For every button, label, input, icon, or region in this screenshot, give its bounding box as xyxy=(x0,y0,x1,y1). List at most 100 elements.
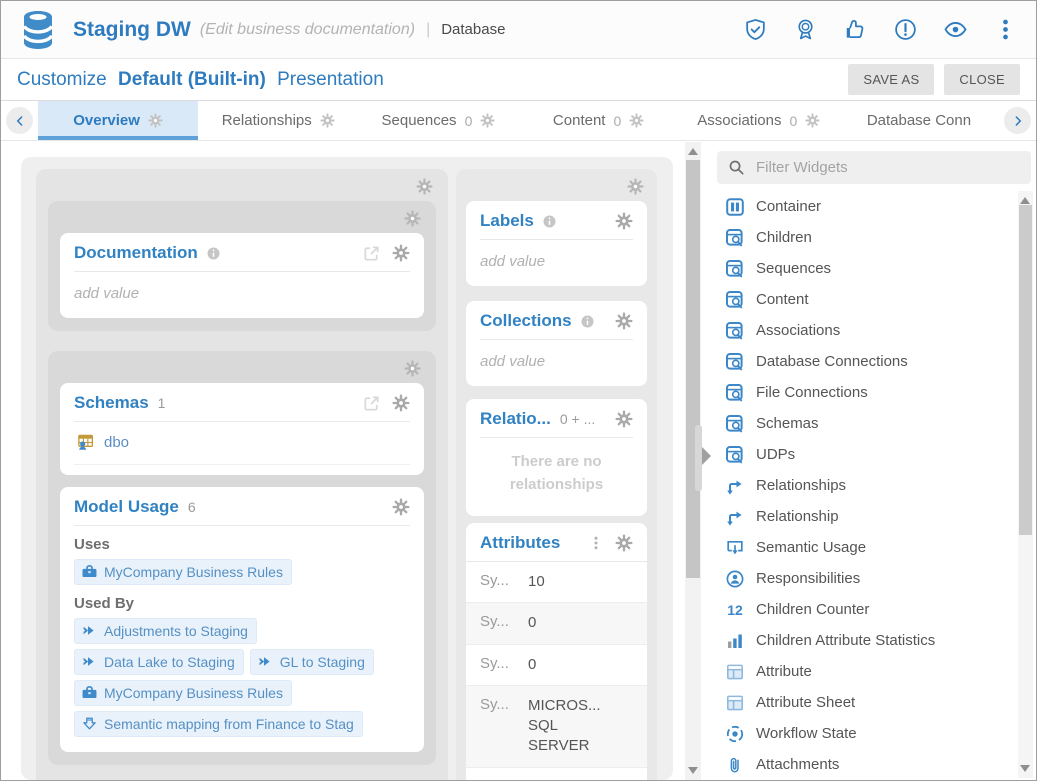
browse-icon xyxy=(725,445,745,465)
sidebar-scrollbar[interactable] xyxy=(1018,191,1033,778)
close-button[interactable]: CLOSE xyxy=(944,64,1020,95)
chip-label: Adjustments to Staging xyxy=(104,623,248,639)
widget-title: Collections xyxy=(480,311,572,331)
tab-content[interactable]: Content 0 xyxy=(519,101,679,140)
model-chip[interactable]: Adjustments to Staging xyxy=(74,618,257,644)
tab-overview[interactable]: Overview xyxy=(38,101,198,140)
container-gear-icon[interactable] xyxy=(404,210,421,227)
tab-gear-icon[interactable] xyxy=(629,113,644,128)
widget-item-workflow-state[interactable]: Workflow State xyxy=(717,718,1012,749)
attribute-row: St... Relational xyxy=(466,767,647,781)
widget-item-associations[interactable]: Associations xyxy=(717,315,1012,346)
widget-item-responsibilities[interactable]: Responsibilities xyxy=(717,563,1012,594)
widget-item-label: Schemas xyxy=(756,415,819,432)
model-chip[interactable]: GL to Staging xyxy=(250,649,374,675)
tab-associations[interactable]: Associations 0 xyxy=(679,101,839,140)
tab-gear-icon[interactable] xyxy=(148,113,163,128)
external-link-icon[interactable] xyxy=(362,244,381,263)
widget-item-attribute[interactable]: Attribute xyxy=(717,656,1012,687)
tabs-scroll-left-button[interactable] xyxy=(6,107,33,134)
widget-title: Labels xyxy=(480,211,534,231)
attribute-name: Sy... xyxy=(480,655,528,675)
thumbs-up-icon[interactable] xyxy=(843,17,868,42)
widget-gear-icon[interactable] xyxy=(615,212,633,230)
tab-sequences[interactable]: Sequences 0 xyxy=(358,101,518,140)
widget-item-label: Children xyxy=(756,229,812,246)
scrollbar-thumb[interactable] xyxy=(1019,205,1032,535)
widget-item-attachments[interactable]: Attachments xyxy=(717,749,1012,780)
layout-canvas: Documentation add value xyxy=(1,142,685,780)
widget-item-database-connections[interactable]: Database Connections xyxy=(717,346,1012,377)
widget-item-relationships[interactable]: Relationships xyxy=(717,470,1012,501)
scrollbar-thumb[interactable] xyxy=(686,160,700,578)
widget-item-content[interactable]: Content xyxy=(717,284,1012,315)
widget-gear-icon[interactable] xyxy=(615,410,633,428)
scroll-down-arrow[interactable] xyxy=(1020,765,1030,772)
scroll-down-arrow[interactable] xyxy=(688,767,698,774)
tab-label: Overview xyxy=(73,112,140,129)
collections-widget: Collections add value xyxy=(466,301,647,386)
tab-label: Associations xyxy=(697,112,781,129)
widget-gear-icon[interactable] xyxy=(615,312,633,330)
widget-gear-icon[interactable] xyxy=(392,394,410,412)
schema-list-item[interactable]: dbo xyxy=(74,422,410,465)
widget-item-attribute-sheet[interactable]: Attribute Sheet xyxy=(717,687,1012,718)
container-gear-icon[interactable] xyxy=(627,178,644,195)
tab-relationships[interactable]: Relationships xyxy=(198,101,358,140)
kebab-menu-icon[interactable] xyxy=(588,535,604,551)
model-chip[interactable]: Data Lake to Staging xyxy=(74,649,244,675)
widget-item-udps[interactable]: UDPs xyxy=(717,439,1012,470)
attribute-row: Sy... 0 xyxy=(466,602,647,643)
collapse-panel-arrow[interactable] xyxy=(702,447,711,465)
add-value-placeholder[interactable]: add value xyxy=(480,240,633,276)
container-gear-icon[interactable] xyxy=(404,360,421,377)
widget-title: Documentation xyxy=(74,243,198,263)
shield-check-icon[interactable] xyxy=(743,17,768,42)
tab-gear-icon[interactable] xyxy=(805,113,820,128)
widget-item-sequences[interactable]: Sequences xyxy=(717,253,1012,284)
scroll-up-arrow[interactable] xyxy=(688,148,698,155)
alert-circle-icon[interactable] xyxy=(893,17,918,42)
filter-widgets-input[interactable] xyxy=(754,158,1020,177)
widget-item-children-attribute-statistics[interactable]: Children Attribute Statistics xyxy=(717,625,1012,656)
container-toolbar xyxy=(60,353,424,383)
add-value-placeholder[interactable]: add value xyxy=(480,340,633,376)
model-chip[interactable]: MyCompany Business Rules xyxy=(74,680,292,706)
relationship-arrows-icon xyxy=(725,476,745,496)
tab-label: Sequences xyxy=(382,112,457,129)
widget-item-label: Attribute Sheet xyxy=(756,694,855,711)
widget-item-children-counter[interactable]: 12 Children Counter xyxy=(717,594,1012,625)
tabs-scroll-right-button[interactable] xyxy=(1004,107,1031,134)
mapping-arrow-icon xyxy=(81,622,98,639)
widget-item-relationship[interactable]: Relationship xyxy=(717,501,1012,532)
panel-splitter[interactable] xyxy=(701,142,713,780)
tab-database-connections[interactable]: Database Conn xyxy=(839,101,999,140)
chip-label: MyCompany Business Rules xyxy=(104,685,283,701)
widget-item-children[interactable]: Children xyxy=(717,222,1012,253)
widget-item-container[interactable]: Container xyxy=(717,191,1012,222)
scroll-up-arrow[interactable] xyxy=(1020,197,1030,204)
object-type-label: Database xyxy=(441,21,505,38)
eye-icon[interactable] xyxy=(943,17,968,42)
widget-item-file-connections[interactable]: File Connections xyxy=(717,377,1012,408)
widget-item-schemas[interactable]: Schemas xyxy=(717,408,1012,439)
model-chip[interactable]: Semantic mapping from Finance to Stag xyxy=(74,711,363,737)
award-icon[interactable] xyxy=(793,17,818,42)
presentation-name: Default (Built-in) xyxy=(118,69,266,90)
container-gear-icon[interactable] xyxy=(416,178,433,195)
save-as-button[interactable]: SAVE AS xyxy=(848,64,934,95)
tab-gear-icon[interactable] xyxy=(480,113,495,128)
paperclip-icon xyxy=(725,755,745,775)
external-link-icon[interactable] xyxy=(362,394,381,413)
widget-gear-icon[interactable] xyxy=(392,244,410,262)
model-chip[interactable]: MyCompany Business Rules xyxy=(74,559,292,585)
widget-item-label: Content xyxy=(756,291,809,308)
widget-gear-icon[interactable] xyxy=(615,534,633,552)
widget-gear-icon[interactable] xyxy=(392,498,410,516)
widget-title: Model Usage xyxy=(74,497,179,517)
kebab-menu-icon[interactable] xyxy=(993,17,1018,42)
widget-item-semantic-usage[interactable]: Semantic Usage xyxy=(717,532,1012,563)
add-value-placeholder[interactable]: add value xyxy=(74,272,410,308)
tab-gear-icon[interactable] xyxy=(320,113,335,128)
widget-count: 1 xyxy=(158,395,166,411)
